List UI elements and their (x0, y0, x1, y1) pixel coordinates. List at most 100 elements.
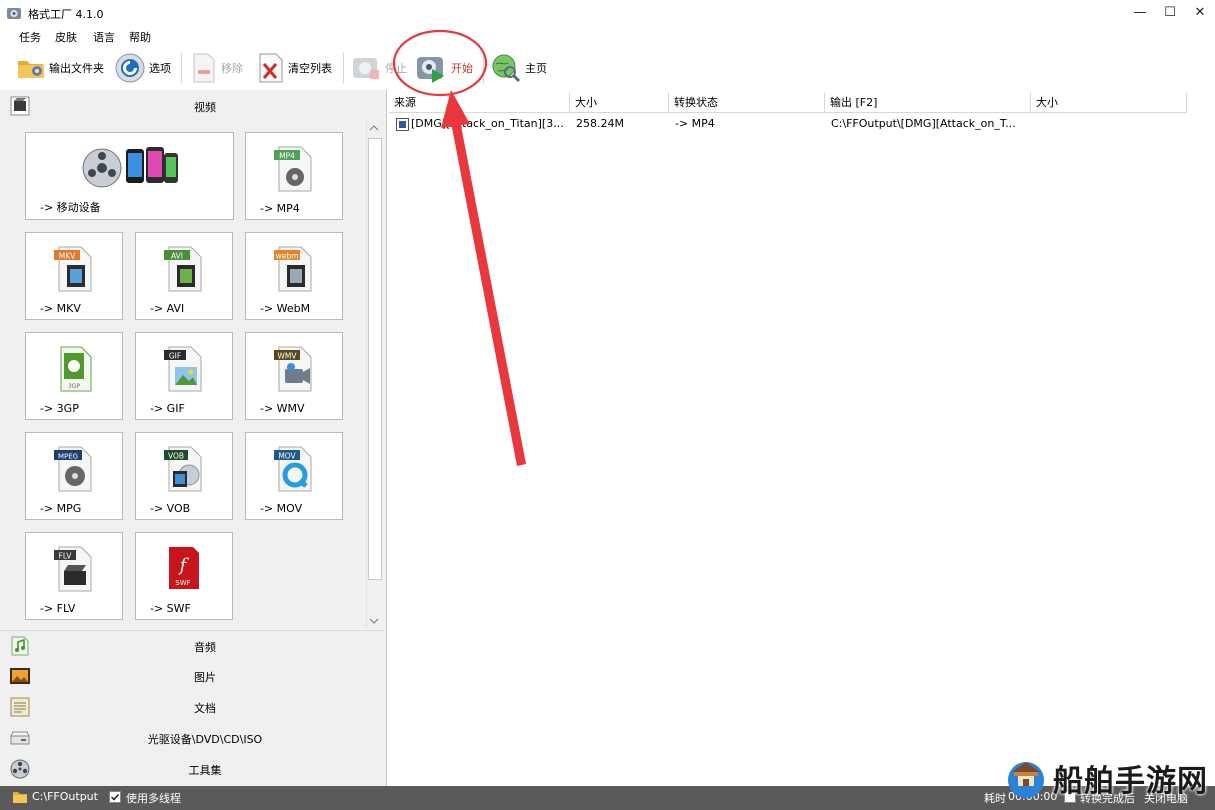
tile-label: -> WebM (260, 302, 311, 315)
toolbar-separator (343, 52, 344, 84)
column-header-output-size[interactable]: 大小 (1031, 92, 1187, 113)
task-list (388, 90, 1215, 786)
toolbar-separator (483, 52, 484, 84)
mp4-file-icon: MP4 (274, 146, 312, 192)
status-output-path[interactable]: C:\FFOutput (32, 790, 98, 803)
swf-flash-icon: f SWF (169, 547, 199, 589)
clear-list-button[interactable]: 清空列表 (257, 50, 332, 86)
home-button[interactable]: 主页 (490, 50, 547, 86)
output-folder-button[interactable]: 输出文件夹 (16, 50, 104, 86)
title-bar (0, 0, 1215, 26)
tile-label: -> MPG (40, 502, 82, 515)
column-header-status[interactable]: 转换状态 (669, 92, 825, 113)
tile-label: -> MOV (260, 502, 303, 515)
scroll-down-arrow-icon[interactable] (366, 613, 382, 629)
avi-file-icon: AVI (164, 246, 202, 292)
category-image-label: 图片 (194, 671, 216, 684)
tile-mobile-device[interactable]: -> 移动设备 (25, 132, 234, 220)
vob-file-icon: VOB (164, 446, 202, 492)
swf-badge: SWF (175, 579, 190, 587)
window-title: 格式工厂 4.1.0 (28, 8, 104, 21)
category-video[interactable]: 视频 (0, 91, 384, 119)
options-label: 选项 (149, 62, 171, 75)
minimize-icon[interactable]: — (1125, 0, 1155, 26)
start-button[interactable]: 开始 (414, 50, 473, 86)
tile-mp4[interactable]: MP4 -> MP4 (245, 132, 343, 220)
stop-button[interactable]: 停止 (350, 50, 407, 86)
tile-vob[interactable]: VOB -> VOB (135, 432, 233, 520)
category-optical-drive-label: 光驱设备\DVD\CD\ISO (147, 733, 263, 746)
tile-label: -> AVI (150, 302, 185, 315)
scroll-thumb[interactable] (368, 138, 382, 580)
watermark-logo-icon (1008, 762, 1044, 798)
tile-mpg[interactable]: MPEG -> MPG (25, 432, 123, 520)
row-size: 258.24M (576, 117, 624, 130)
tile-label: -> 移动设备 (40, 201, 101, 214)
tile-label: -> MKV (40, 302, 81, 315)
category-toolbox[interactable]: 工具集 (0, 754, 384, 782)
watermark-text: 船舶手游网 (1053, 764, 1208, 799)
tile-label: -> MP4 (260, 202, 300, 215)
folder-icon[interactable] (12, 790, 28, 804)
folder-icon (18, 61, 44, 78)
menu-help[interactable]: 帮助 (129, 29, 151, 45)
3gp-badge: 3GP (68, 383, 80, 390)
app-logo-icon (7, 8, 21, 19)
multithread-checkbox[interactable] (109, 791, 121, 803)
category-optical-drive[interactable]: 光驱设备\DVD\CD\ISO (0, 723, 384, 751)
tile-label: -> FLV (40, 602, 76, 615)
flv-badge: FLV (59, 552, 73, 561)
category-audio-label: 音频 (194, 641, 216, 654)
menu-task[interactable]: 任务 (19, 29, 41, 45)
mov-badge: MOV (278, 452, 296, 461)
tile-label: -> 3GP (40, 402, 79, 415)
tile-mkv[interactable]: MKV -> MKV (25, 232, 123, 320)
tile-gif[interactable]: GIF -> GIF (135, 332, 233, 420)
mpg-file-icon: MPEG (54, 446, 92, 492)
scroll-up-arrow-icon[interactable] (366, 120, 382, 136)
tile-label: -> VOB (150, 502, 191, 515)
tile-label: -> SWF (150, 602, 191, 615)
column-header-size[interactable]: 大小 (570, 92, 669, 113)
tile-3gp[interactable]: 3GP -> 3GP (25, 332, 123, 420)
tile-webm[interactable]: webm -> WebM (245, 232, 343, 320)
options-icon (115, 53, 145, 83)
home-globe-icon (492, 54, 521, 83)
column-header-source[interactable]: 来源 (389, 92, 570, 113)
watermark: 船舶手游网 (1003, 752, 1215, 802)
mkv-file-icon: MKV (54, 246, 92, 292)
row-source: [DMG][Attack_on_Titan][3... (411, 117, 564, 130)
remove-button[interactable]: 移除 (190, 50, 243, 86)
flv-file-icon: FLV (54, 546, 92, 592)
column-header-output[interactable]: 输出 [F2] (825, 92, 1031, 113)
stop-icon (353, 58, 379, 79)
options-button[interactable]: 选项 (114, 50, 171, 86)
tile-avi[interactable]: AVI -> AVI (135, 232, 233, 320)
wmv-file-icon: WMV (274, 346, 312, 392)
remove-label: 移除 (221, 62, 243, 75)
home-label: 主页 (525, 62, 547, 75)
category-image[interactable]: 图片 (0, 661, 384, 689)
menu-bar (0, 26, 1215, 46)
video-file-icon (396, 118, 409, 131)
menu-skin[interactable]: 皮肤 (55, 29, 77, 45)
row-output: C:\FFOutput\[DMG][Attack_on_T... (831, 117, 1016, 130)
tile-label: -> GIF (150, 402, 185, 415)
webm-file-icon: webm (274, 246, 312, 292)
row-status: -> MP4 (675, 117, 715, 130)
mov-file-icon: MOV (274, 446, 312, 492)
tile-label: -> WMV (260, 402, 305, 415)
menu-language[interactable]: 语言 (93, 29, 115, 45)
tile-swf[interactable]: f SWF -> SWF (135, 532, 233, 620)
tile-flv[interactable]: FLV -> FLV (25, 532, 123, 620)
output-folder-label: 输出文件夹 (49, 62, 104, 75)
mkv-badge: MKV (59, 252, 76, 261)
mpg-badge: MPEG (58, 453, 78, 461)
tile-wmv[interactable]: WMV -> WMV (245, 332, 343, 420)
clear-list-label: 清空列表 (288, 62, 332, 75)
maximize-icon[interactable]: ☐ (1155, 0, 1185, 26)
tile-mov[interactable]: MOV -> MOV (245, 432, 343, 520)
close-icon[interactable]: ✕ (1185, 0, 1215, 26)
category-document[interactable]: 文档 (0, 692, 384, 720)
category-audio[interactable]: 音频 (0, 630, 384, 659)
